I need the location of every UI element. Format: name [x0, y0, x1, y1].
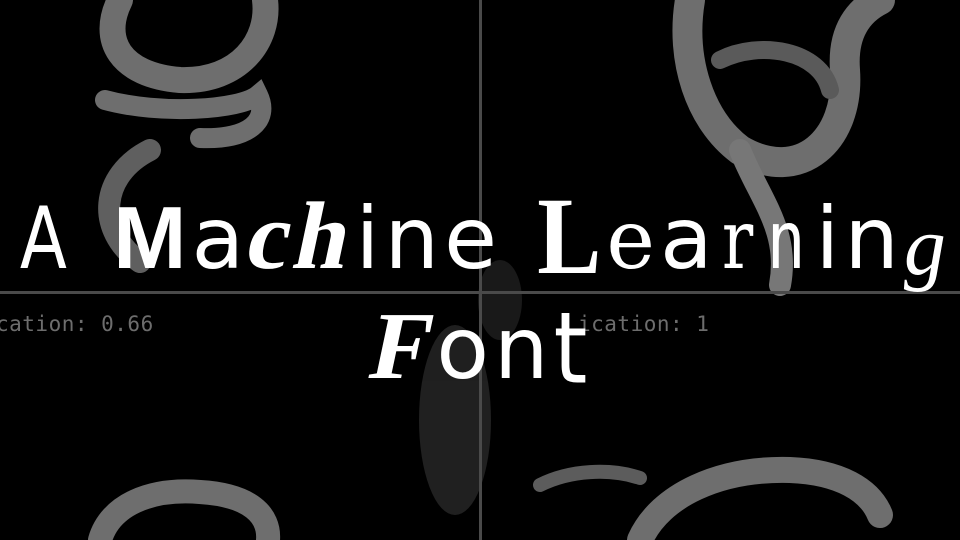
- title: A M a c h i n e L e a r n i n g F o n t: [0, 0, 960, 540]
- title-glyph: a: [191, 189, 245, 289]
- stage: cation: 0.66 ication: 1 A M a c h i n e …: [0, 0, 960, 540]
- title-glyph: A: [19, 189, 68, 289]
- title-line-2: F o n t: [0, 290, 960, 407]
- title-line-1: A M a c h i n e L e a r n i n g: [0, 174, 960, 297]
- title-glyph: t: [553, 291, 588, 407]
- title-glyph: n: [844, 189, 899, 289]
- title-glyph: e: [606, 193, 655, 288]
- title-glyph: F: [361, 292, 443, 399]
- title-glyph: g: [903, 200, 946, 293]
- title-glyph: i: [355, 189, 380, 289]
- title-glyph: n: [766, 194, 806, 287]
- title-glyph: n: [494, 299, 549, 399]
- title-glyph: n: [384, 189, 439, 289]
- title-glyph: M: [113, 188, 187, 287]
- title-glyph: r: [721, 193, 754, 288]
- title-glyph: o: [436, 299, 489, 399]
- title-glyph: i: [815, 189, 840, 289]
- title-glyph: e: [444, 189, 498, 289]
- title-glyph: a: [659, 189, 713, 289]
- title-glyph: L: [537, 173, 602, 298]
